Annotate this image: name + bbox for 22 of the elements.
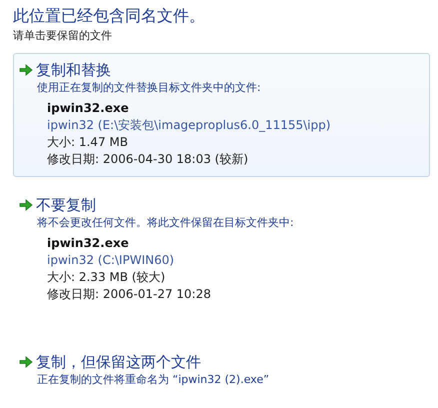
arrow-icon: [19, 199, 33, 211]
instruction-text: 请单击要保留的文件: [13, 28, 113, 44]
file-size: 大小: 1.47 MB: [47, 134, 129, 151]
file-location: ipwin32 (E:\安装包\imageproplus6.0_11155\ipp): [47, 117, 332, 134]
option-card[interactable]: 复制和替换 使用正在复制的文件替换目标文件夹中的文件: ipwin32.exe ipwin32 (E:\安装包\imageproplus6.0_11155\ipp) 大小: 1.47 MB 修改日期: 2006-04-30 18:03 (较新): [13, 53, 430, 177]
file-name: ipwin32.exe: [47, 100, 130, 117]
dialog-heading: 此位置已经包含同名文件。: [13, 5, 206, 27]
file-size: 大小: 2.33 MB (较大): [47, 269, 166, 286]
file-modified: 修改日期: 2006-01-27 10:28: [47, 286, 212, 303]
file-name: ipwin32.exe: [47, 235, 130, 252]
option-title: 复制，但保留这两个文件: [36, 352, 201, 372]
option-description: 使用正在复制的文件替换目标文件夹中的文件:: [37, 80, 262, 96]
file-modified: 修改日期: 2006-04-30 18:03 (较新): [47, 151, 250, 168]
option-title: 不要复制: [36, 195, 96, 215]
option-description: 正在复制的文件将重命名为 “ipwin32 (2).exe”: [37, 372, 270, 388]
arrow-icon: [19, 356, 33, 368]
option-title: 复制和替换: [36, 60, 111, 80]
option-card[interactable]: 不要复制 将不会更改任何文件。将此文件保留在目标文件夹中: ipwin32.exe ipwin32 (C:\IPWIN60) 大小: 2.33 MB (较大) 修改日期: 2006-01-27 10:28: [13, 188, 430, 312]
option-description: 将不会更改任何文件。将此文件保留在目标文件夹中:: [37, 215, 295, 231]
arrow-icon: [19, 64, 33, 76]
file-location: ipwin32 (C:\IPWIN60): [47, 252, 176, 269]
option-card[interactable]: 复制，但保留这两个文件 正在复制的文件将重命名为 “ipwin32 (2).exe”: [13, 345, 430, 397]
